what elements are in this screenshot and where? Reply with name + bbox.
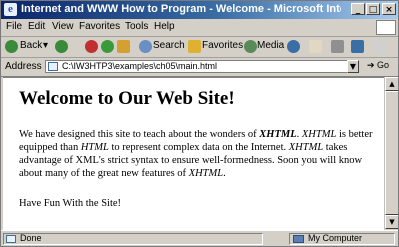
scroll-down-icon[interactable]: ▼ <box>385 215 398 229</box>
edit-icon[interactable] <box>351 40 364 53</box>
status-text: Done <box>20 233 42 243</box>
back-dropdown-icon[interactable]: ▾ <box>43 40 48 51</box>
page-icon <box>48 62 58 71</box>
xhtml-italic: XHTML <box>301 129 337 140</box>
internet-explorer-icon: e <box>4 3 17 16</box>
home-icon[interactable] <box>117 40 130 53</box>
closing-paragraph: Have Fun With the Site! <box>19 198 122 209</box>
close-button[interactable]: × <box>382 3 396 15</box>
back-button[interactable]: Back <box>20 40 42 51</box>
address-bar: Address C:\IW3HTP3\examples\ch05\main.ht… <box>1 58 398 77</box>
forward-icon[interactable] <box>55 40 68 53</box>
menu-bar: File Edit View Favorites Tools Help <box>1 19 398 37</box>
address-field[interactable]: C:\IW3HTP3\examples\ch05\main.html <box>45 60 359 73</box>
page-content: Welcome to Our Web Site! We have designe… <box>3 77 384 230</box>
zone-text: My Computer <box>308 233 363 243</box>
menu-tools[interactable]: Tools <box>125 21 148 32</box>
scroll-up-icon[interactable]: ▲ <box>385 77 398 91</box>
mail-icon[interactable] <box>309 40 322 53</box>
toolbar: Back ▾ Search Favorites Media <box>1 37 398 58</box>
favorites-icon <box>188 40 201 53</box>
menu-favorites[interactable]: Favorites <box>79 21 120 32</box>
print-icon[interactable] <box>331 40 344 53</box>
status-panel: Done <box>3 233 263 245</box>
menu-view[interactable]: View <box>52 21 74 32</box>
menu-edit[interactable]: Edit <box>28 21 45 32</box>
menu-help[interactable]: Help <box>154 21 175 32</box>
address-dropdown-icon[interactable]: ▼ <box>347 60 359 73</box>
xhtml-italic: XHTML <box>188 168 224 179</box>
go-label[interactable]: Go <box>377 60 389 70</box>
computer-icon <box>293 235 304 243</box>
favorites-button[interactable]: Favorites <box>202 40 243 51</box>
media-icon <box>244 40 257 53</box>
xhtml-italic: XHTML <box>288 142 324 153</box>
menu-file[interactable]: File <box>6 21 22 32</box>
status-bar: Done My Computer <box>1 230 398 246</box>
page-done-icon <box>6 235 16 243</box>
address-label: Address <box>5 61 42 72</box>
vertical-scrollbar[interactable]: ▲ ▼ <box>384 77 398 229</box>
search-button[interactable]: Search <box>153 40 185 51</box>
go-button[interactable]: ➔ Go <box>367 60 395 73</box>
title-bar: e Internet and WWW How to Program - Welc… <box>1 1 398 19</box>
minimize-button[interactable]: _ <box>351 3 365 15</box>
address-url[interactable]: C:\IW3HTP3\examples\ch05\main.html <box>62 61 217 71</box>
zone-panel: My Computer <box>289 233 395 245</box>
maximize-button[interactable]: □ <box>366 3 380 15</box>
refresh-icon[interactable] <box>101 40 114 53</box>
intro-paragraph: We have designed this site to teach abou… <box>19 129 373 179</box>
window-title: Internet and WWW How to Program - Welcom… <box>21 3 341 15</box>
back-arrow-icon <box>5 40 18 53</box>
search-icon <box>139 40 152 53</box>
stop-icon[interactable] <box>85 40 98 53</box>
xhtml-bold: XHTML <box>259 129 297 140</box>
media-button[interactable]: Media <box>257 40 284 51</box>
discuss-icon[interactable] <box>373 40 386 53</box>
html-italic: HTML <box>80 142 109 153</box>
windows-logo-icon <box>376 20 396 35</box>
history-icon[interactable] <box>287 40 300 53</box>
scroll-thumb[interactable] <box>385 91 398 215</box>
browser-window: e Internet and WWW How to Program - Welc… <box>0 0 399 247</box>
page-heading: Welcome to Our Web Site! <box>19 88 235 109</box>
